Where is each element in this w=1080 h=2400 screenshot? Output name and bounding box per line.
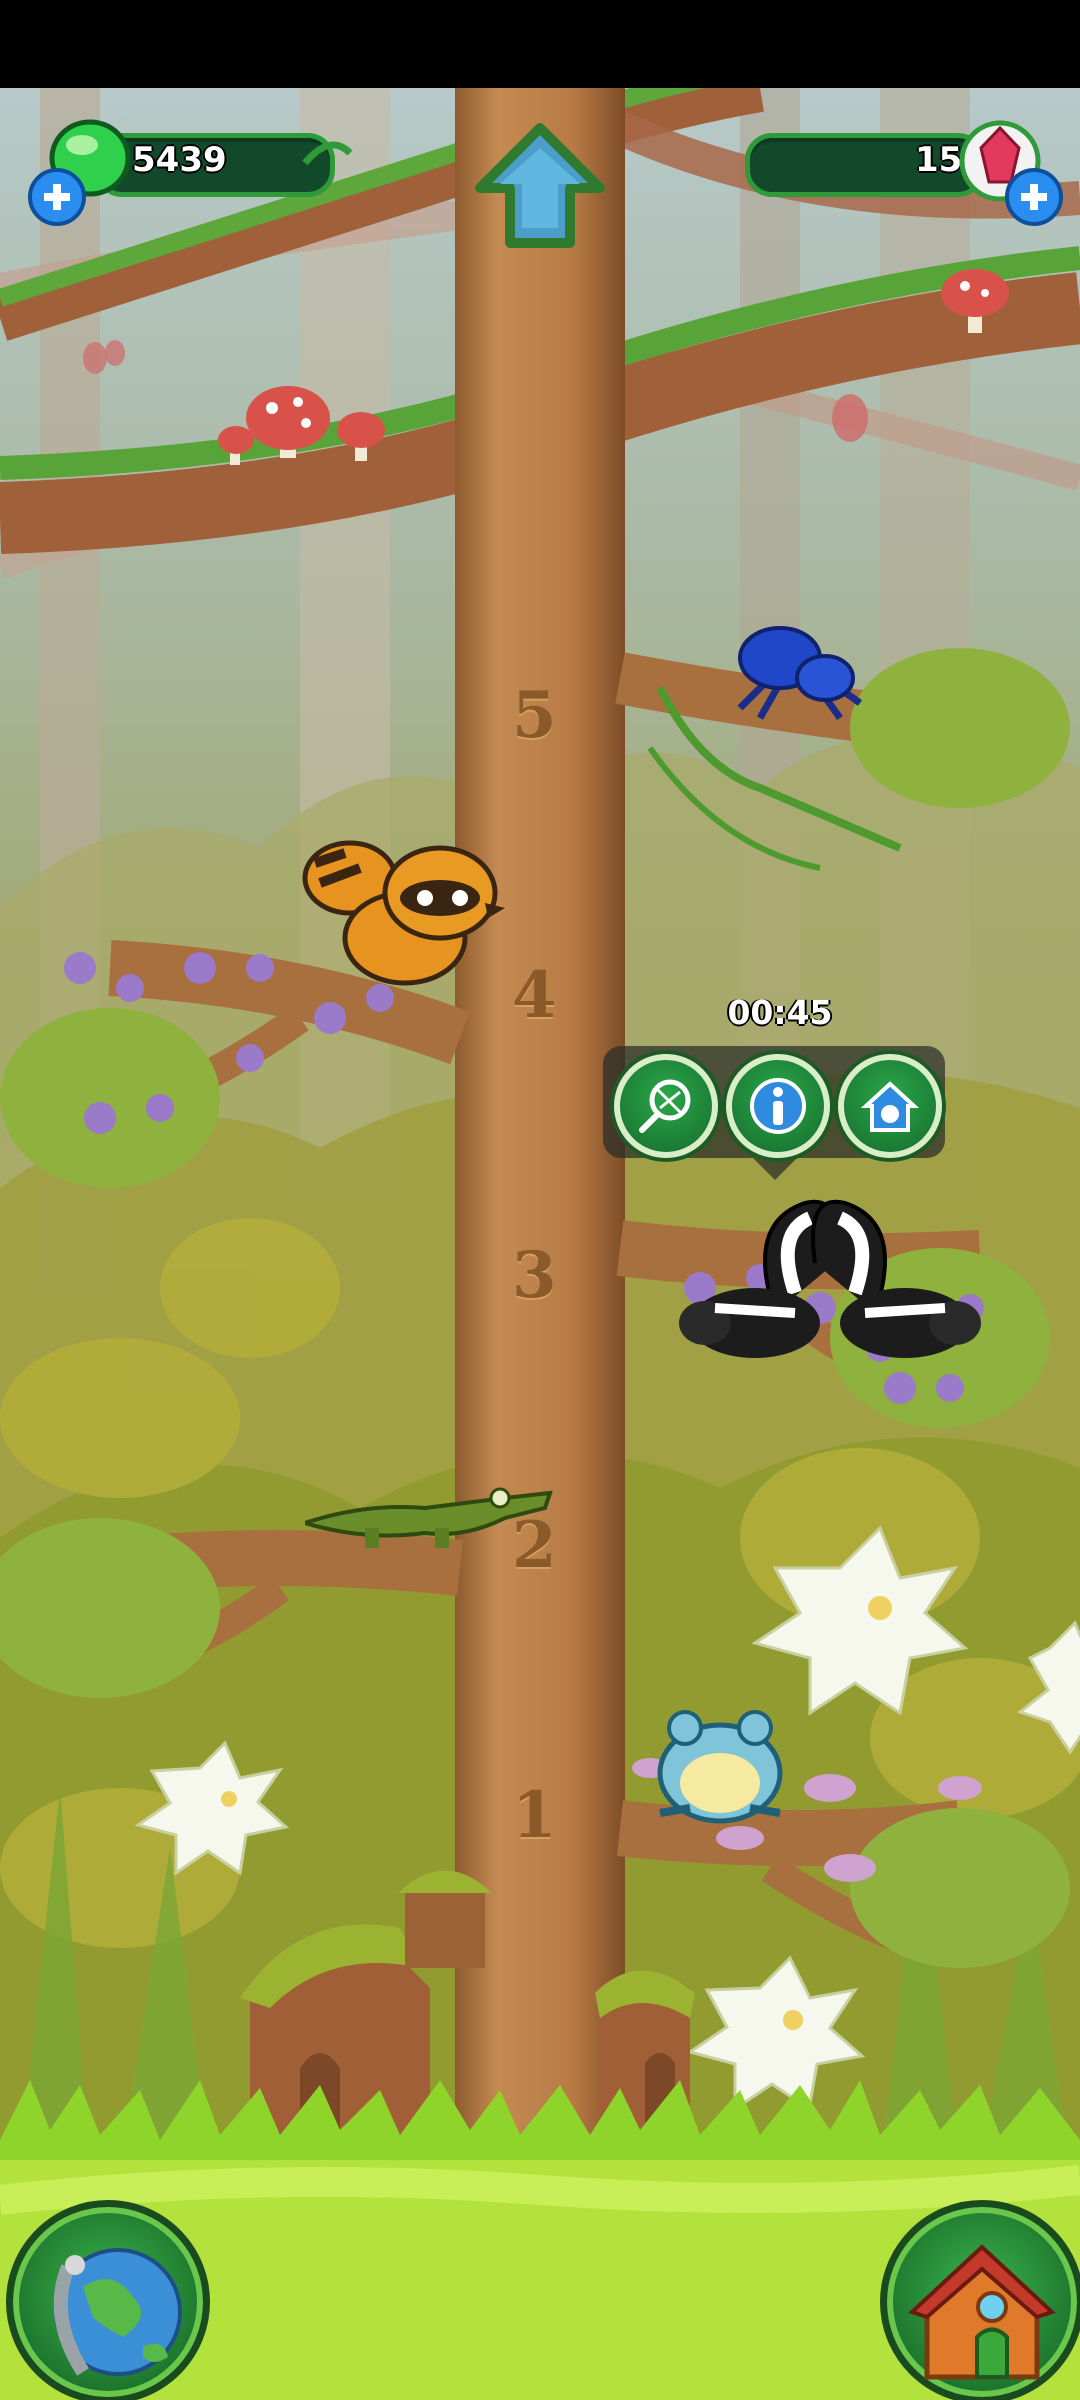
pet-home-button[interactable] bbox=[838, 1054, 942, 1158]
up-arrow-icon bbox=[475, 123, 605, 248]
add-gems-button[interactable] bbox=[1005, 168, 1063, 226]
game-scene: 5 4 3 2 1 00:45 5439 15 bbox=[0, 88, 1080, 2400]
home-button[interactable] bbox=[880, 2200, 1080, 2400]
world-map-button[interactable] bbox=[6, 2200, 210, 2400]
tree-level-3: 3 bbox=[512, 1238, 557, 1313]
skunks[interactable] bbox=[675, 1183, 985, 1383]
tree-level-5: 5 bbox=[512, 678, 557, 753]
info-button[interactable] bbox=[726, 1054, 830, 1158]
tree-level-1: 1 bbox=[512, 1778, 557, 1853]
coins-value: 5439 bbox=[132, 140, 227, 180]
info-icon bbox=[750, 1078, 806, 1134]
action-timer: 00:45 bbox=[727, 993, 833, 1032]
frog[interactable] bbox=[645, 1698, 795, 1828]
catch-net-button[interactable] bbox=[614, 1054, 718, 1158]
crocodile[interactable] bbox=[305, 1463, 555, 1553]
home-pet-icon bbox=[860, 1081, 920, 1132]
raccoon-dog[interactable] bbox=[290, 828, 510, 998]
scroll-up-button[interactable] bbox=[470, 118, 610, 258]
status-bar bbox=[0, 0, 1080, 88]
net-icon bbox=[639, 1079, 691, 1133]
vine-decoration bbox=[302, 141, 353, 166]
tree-level-4: 4 bbox=[512, 958, 557, 1033]
add-coins-button[interactable] bbox=[28, 168, 86, 226]
popup-pointer bbox=[753, 1158, 797, 1180]
globe-icon bbox=[53, 2248, 182, 2376]
plus-icon bbox=[44, 184, 70, 210]
house-icon bbox=[908, 2244, 1056, 2380]
spider[interactable] bbox=[730, 618, 870, 728]
plus-icon bbox=[1021, 184, 1047, 210]
